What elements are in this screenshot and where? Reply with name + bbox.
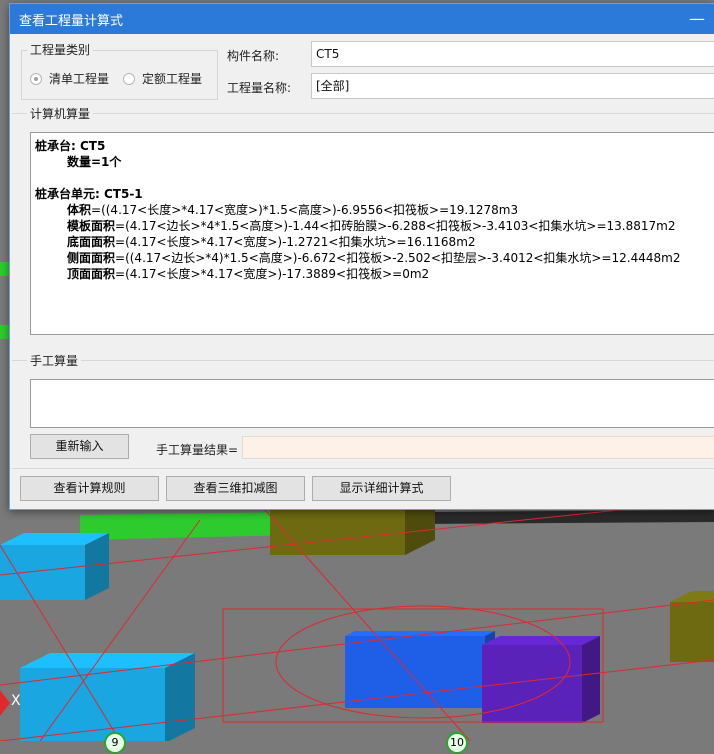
cyan-block-bottom-side	[165, 653, 195, 741]
calc-line-cap-title: 桩承台: CT5	[35, 139, 106, 153]
component-name-label: 构件名称:	[227, 49, 280, 63]
calc-prefix-bottom-area: 底面面积	[67, 235, 116, 249]
purple-block-side	[582, 636, 600, 723]
minimize-button[interactable]: —	[680, 4, 714, 34]
calc-formula-side-area: =((4.17<边长>*4)*1.5<高度>)-6.672<扣筏板>-2.502…	[115, 251, 681, 265]
cyan-block-left-front	[0, 545, 85, 600]
calc-line-count: 数量=1个	[35, 154, 714, 170]
quantity-name-field[interactable]: [全部]	[311, 73, 714, 99]
view-calc-rules-button[interactable]: 查看计算规则	[20, 476, 159, 501]
calc-prefix-top-area: 顶面面积	[67, 267, 116, 281]
manual-result-label: 手工算量结果=	[156, 443, 239, 457]
calc-formula-formwork: =(4.17<边长>*4*1.5<高度>)-1.44<扣砖胎膜>-6.288<扣…	[115, 219, 676, 233]
section-divider-computer	[12, 113, 714, 114]
blue-block-front	[345, 636, 485, 708]
quantity-type-group-label: 工程量类别	[27, 41, 94, 58]
green-beam-left-2	[0, 325, 9, 339]
dark-beam	[420, 510, 714, 524]
show-detail-formula-button[interactable]: 显示详细计算式	[312, 476, 451, 501]
purple-block-front	[482, 645, 582, 723]
calc-formula-bottom-area: =(4.17<长度>*4.17<宽度>)-1.2721<扣集水坑>=16.116…	[115, 235, 476, 249]
quantity-name-label: 工程量名称:	[227, 81, 292, 95]
manual-calc-textbox[interactable]	[30, 379, 714, 428]
section-divider-manual	[12, 360, 714, 361]
footer-divider	[12, 468, 714, 469]
olive-block-right-front	[670, 602, 714, 662]
manual-result-field[interactable]	[242, 436, 714, 459]
manual-calc-label: 手工算量	[27, 352, 82, 369]
green-beam-left-1	[0, 262, 9, 276]
quantity-formula-dialog: 查看工程量计算式 — 工程量类别 清单工程量 定额工程量 构件名称: CT5 工…	[9, 3, 714, 510]
axis-x-label: X	[11, 693, 21, 709]
radio-list-quantity[interactable]: 清单工程量	[30, 70, 109, 87]
calc-line-bottom-area: 底面面积=(4.17<长度>*4.17<宽度>)-1.2721<扣集水坑>=16…	[35, 234, 714, 250]
reinput-button[interactable]: 重新输入	[30, 434, 129, 459]
radio-list-quantity-label[interactable]: 清单工程量	[49, 70, 109, 87]
calc-line-count-text: 数量=1个	[67, 155, 122, 169]
calc-blank-line	[35, 170, 714, 186]
component-name-field[interactable]: CT5	[311, 41, 714, 67]
calc-line-top-area: 顶面面积=(4.17<长度>*4.17<宽度>)-17.3889<扣筏板>=0m…	[35, 266, 714, 282]
dialog-titlebar[interactable]: 查看工程量计算式 —	[10, 4, 714, 34]
radio-norm-quantity-label[interactable]: 定额工程量	[142, 70, 202, 87]
computer-calc-label: 计算机算量	[27, 105, 94, 122]
computer-calc-textbox[interactable]: 桩承台: CT5 数量=1个 桩承台单元: CT5-1 体积=((4.17<长度…	[30, 132, 714, 335]
calc-line-volume: 体积=((4.17<长度>*4.17<宽度>)*1.5<高度>)-6.9556<…	[35, 202, 714, 218]
radio-list-quantity-circle[interactable]	[30, 72, 42, 85]
calc-prefix-side-area: 侧面面积	[67, 251, 116, 265]
radio-norm-quantity[interactable]: 定额工程量	[123, 70, 202, 87]
calc-formula-volume: =((4.17<长度>*4.17<宽度>)*1.5<高度>)-6.9556<扣筏…	[91, 203, 519, 217]
view-3d-deduction-button[interactable]: 查看三维扣减图	[166, 476, 305, 501]
olive-block-top-front	[270, 510, 405, 555]
cyan-block-bottom-top	[20, 653, 195, 668]
calc-prefix-volume: 体积	[67, 203, 92, 217]
axis-bubble-10: 10	[446, 732, 468, 754]
axis-bubble-9: 9	[104, 732, 126, 754]
calc-line-formwork: 模板面积=(4.17<边长>*4*1.5<高度>)-1.44<扣砖胎膜>-6.2…	[35, 218, 714, 234]
radio-norm-quantity-circle[interactable]	[123, 72, 135, 85]
calc-line-unit-title: 桩承台单元: CT5-1	[35, 187, 143, 201]
purple-block-top	[482, 636, 600, 645]
calc-formula-top-area: =(4.17<长度>*4.17<宽度>)-17.3889<扣筏板>=0m2	[115, 267, 430, 281]
dialog-title: 查看工程量计算式	[19, 14, 124, 29]
calc-prefix-formwork: 模板面积	[67, 219, 116, 233]
calc-line-side-area: 侧面面积=((4.17<边长>*4)*1.5<高度>)-6.672<扣筏板>-2…	[35, 250, 714, 266]
